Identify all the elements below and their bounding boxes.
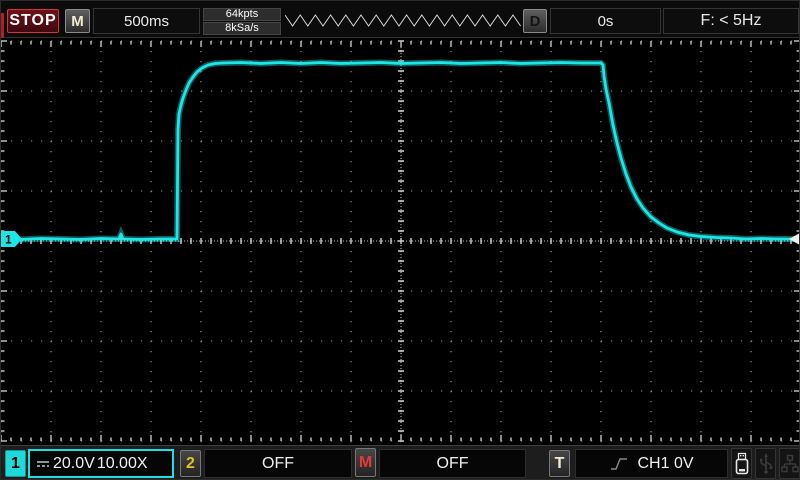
oscilloscope-screen: STOP M 500ms 64kpts 8kSa/s D 0s F: < 5Hz… (0, 0, 800, 480)
memory-depth-readout: 64kpts (203, 8, 281, 21)
rising-edge-icon (609, 456, 629, 472)
menu-button[interactable]: M (65, 9, 90, 33)
ch1-level-marker[interactable]: 1 (1, 231, 22, 247)
stop-indicator-strip (1, 13, 4, 38)
timebase-readout[interactable]: 500ms (93, 8, 200, 34)
ch1-badge[interactable]: 1 (5, 450, 26, 477)
ch2-badge[interactable]: 2 (180, 450, 201, 477)
usb-device-icon (755, 448, 776, 479)
bottom-status-bar: 1 20.0V 10.00X 2 OFF M OFF T CH1 0V (1, 445, 800, 480)
trigger-source-level: CH1 0V (637, 455, 693, 473)
ch1-probe-ratio: 10.00X (97, 455, 148, 473)
usb-drive-icon (731, 448, 752, 479)
waveform-display-area[interactable]: 1 (1, 38, 800, 445)
lan-icon (779, 448, 800, 479)
horizontal-position-readout[interactable]: 0s (550, 8, 661, 34)
trigger-frequency-readout: F: < 5Hz (663, 8, 799, 34)
math-badge[interactable]: M (355, 448, 376, 477)
sample-rate-readout: 8kSa/s (203, 22, 281, 35)
delay-button[interactable]: D (523, 9, 547, 33)
ch1-settings-box[interactable]: 20.0V 10.00X (28, 449, 174, 478)
ch1-volts-per-div: 20.0V (53, 455, 95, 473)
svg-text:1: 1 (5, 233, 12, 247)
trigger-menu-button[interactable]: T (549, 450, 570, 477)
dc-coupling-icon (35, 457, 51, 471)
top-status-bar: STOP M 500ms 64kpts 8kSa/s D 0s F: < 5Hz (1, 1, 800, 38)
run-stop-button[interactable]: STOP (7, 9, 59, 33)
ch2-status-box[interactable]: OFF (204, 449, 352, 478)
trigger-status-box[interactable]: CH1 0V (575, 449, 728, 478)
math-status-box[interactable]: OFF (379, 449, 526, 478)
waveform-preview-icon (285, 9, 521, 31)
